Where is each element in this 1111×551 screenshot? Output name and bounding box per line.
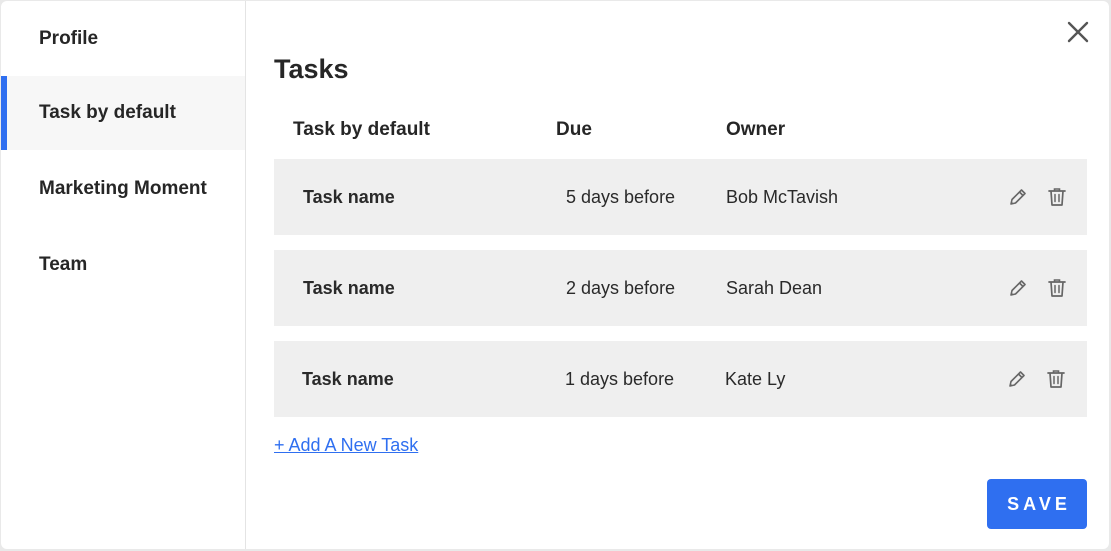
settings-dialog: Profile Task by default Marketing Moment…: [1, 1, 1109, 549]
task-name: Task name: [303, 186, 395, 207]
sidebar-item-label: Marketing Moment: [39, 178, 207, 199]
column-header-task: Task by default: [293, 119, 430, 140]
table-row: Task name 2 days before Sarah Dean: [274, 250, 1087, 326]
page-title: Tasks: [274, 54, 349, 84]
table-row: Task name 5 days before Bob McTavish: [274, 159, 1087, 235]
task-owner: Bob McTavish: [726, 186, 839, 207]
sidebar: Profile Task by default Marketing Moment…: [1, 1, 246, 549]
sidebar-item-label: Profile: [39, 28, 99, 49]
trash-icon[interactable]: [1046, 277, 1068, 299]
sidebar-item-label: Task by default: [39, 102, 176, 123]
pencil-icon[interactable]: [1007, 277, 1029, 299]
sidebar-item-label: Team: [39, 254, 88, 275]
task-owner: Kate Ly: [725, 368, 786, 389]
task-due: 2 days before: [566, 277, 676, 298]
trash-icon[interactable]: [1045, 368, 1067, 390]
sidebar-item-team[interactable]: Team: [1, 228, 245, 302]
task-owner: Sarah Dean: [726, 277, 823, 298]
task-name: Task name: [302, 368, 394, 389]
save-button[interactable]: SAVE: [987, 479, 1087, 529]
column-header-due: Due: [556, 119, 592, 140]
main-panel: Tasks Task by default Due Owner Task nam…: [247, 1, 1109, 549]
pencil-icon[interactable]: [1007, 186, 1029, 208]
task-due: 1 days before: [565, 368, 675, 389]
sidebar-item-profile[interactable]: Profile: [1, 2, 245, 76]
close-icon[interactable]: [1065, 19, 1091, 45]
pencil-icon[interactable]: [1006, 368, 1028, 390]
task-due: 5 days before: [566, 186, 676, 207]
sidebar-item-marketing-moment[interactable]: Marketing Moment: [1, 152, 245, 226]
add-new-task-link[interactable]: + Add A New Task: [274, 435, 418, 456]
trash-icon[interactable]: [1046, 186, 1068, 208]
sidebar-item-task-by-default[interactable]: Task by default: [1, 76, 245, 150]
column-header-owner: Owner: [726, 119, 786, 140]
table-row: Task name 1 days before Kate Ly: [274, 341, 1087, 417]
task-name: Task name: [303, 277, 395, 298]
